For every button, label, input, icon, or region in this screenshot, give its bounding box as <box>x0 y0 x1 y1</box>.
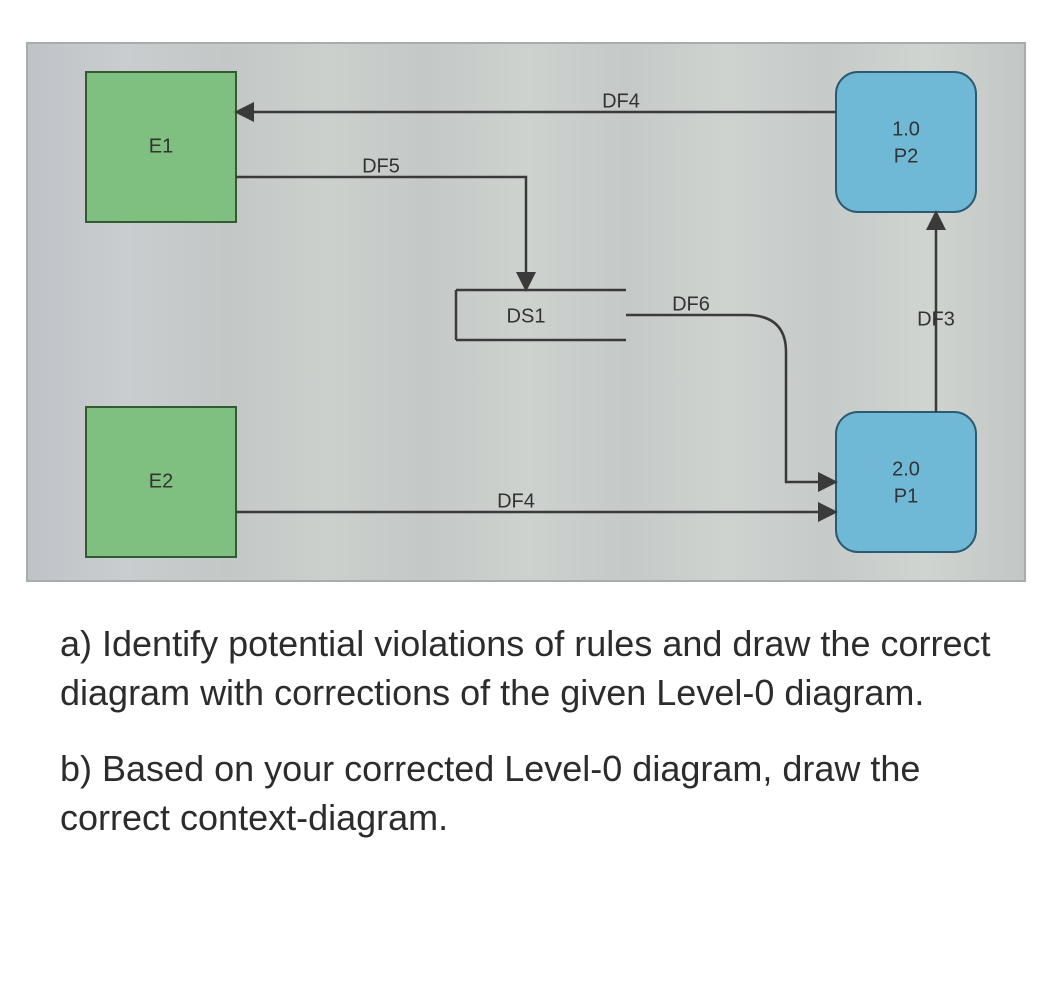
process-p2-number: 1.0 <box>892 118 920 140</box>
process-p2 <box>836 72 976 212</box>
datastore-ds1-label: DS1 <box>507 305 546 327</box>
flow-df4-bottom-label: DF4 <box>497 490 535 512</box>
flow-df4-top-label: DF4 <box>602 90 640 112</box>
process-p1-number: 2.0 <box>892 458 920 480</box>
flow-df6 <box>626 315 836 482</box>
process-p2-name: P2 <box>894 145 918 167</box>
entity-e1-label: E1 <box>149 135 173 157</box>
question-a: a) Identify potential violations of rule… <box>60 620 1000 717</box>
question-block: a) Identify potential violations of rule… <box>60 620 1000 870</box>
process-p1-name: P1 <box>894 485 918 507</box>
flow-df5 <box>236 177 526 290</box>
flow-df5-label: DF5 <box>362 155 400 177</box>
flow-df3-label: DF3 <box>917 308 955 330</box>
entity-e2-label: E2 <box>149 470 173 492</box>
dfd-svg: E1 E2 1.0 P2 2.0 P1 DS1 DF4 DF5 <box>26 42 1026 582</box>
dfd-level0-diagram: E1 E2 1.0 P2 2.0 P1 DS1 DF4 DF5 <box>26 42 1026 582</box>
flow-df6-label: DF6 <box>672 293 710 315</box>
process-p1 <box>836 412 976 552</box>
question-b: b) Based on your corrected Level-0 diagr… <box>60 745 1000 842</box>
page-root: E1 E2 1.0 P2 2.0 P1 DS1 DF4 DF5 <box>0 0 1052 993</box>
